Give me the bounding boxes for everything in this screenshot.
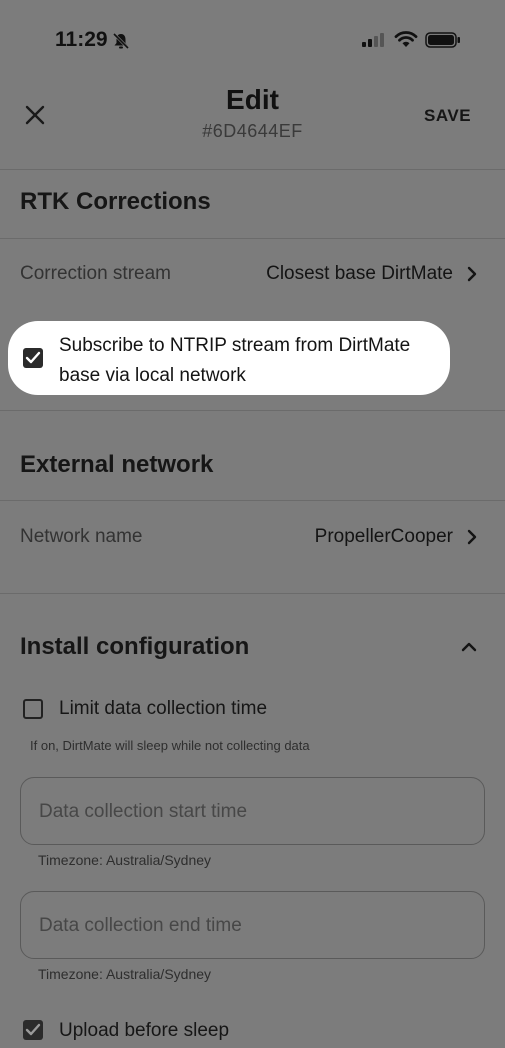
bell-muted-icon	[112, 32, 130, 55]
limit-collection-label: Limit data collection time	[59, 698, 268, 719]
limit-collection-helper: If on, DirtMate will sleep while not col…	[30, 738, 310, 753]
divider	[0, 238, 505, 239]
section-title-rtk-corrections: RTK Corrections	[20, 188, 211, 215]
subscribe-ntrip-checkbox[interactable]	[23, 348, 43, 368]
limit-collection-checkbox[interactable]	[23, 699, 43, 719]
divider	[0, 593, 505, 594]
correction-stream-label: Correction stream	[20, 263, 171, 284]
divider	[0, 169, 505, 170]
chevron-right-icon	[467, 529, 477, 545]
chevron-up-icon[interactable]	[460, 640, 478, 658]
network-name-label: Network name	[20, 526, 143, 547]
cellular-signal-icon	[362, 33, 386, 52]
start-time-helper: Timezone: Australia/Sydney	[38, 852, 212, 868]
correction-stream-value: Closest base DirtMate	[266, 263, 453, 284]
wifi-icon	[394, 30, 418, 53]
status-time: 11:29	[55, 28, 108, 51]
divider	[0, 500, 505, 501]
subscribe-ntrip-label: Subscribe to NTRIP stream from DirtMate …	[59, 335, 411, 386]
divider	[0, 410, 505, 411]
chevron-right-icon	[467, 266, 477, 282]
save-button[interactable]: SAVE	[424, 106, 471, 126]
start-time-field[interactable]	[20, 777, 485, 846]
end-time-helper: Timezone: Australia/Sydney	[38, 966, 212, 982]
end-time-field[interactable]	[20, 891, 485, 960]
upload-before-sleep-checkbox[interactable]	[23, 1020, 43, 1040]
section-title-external-network: External network	[20, 451, 214, 478]
network-name-value: PropellerCooper	[314, 526, 453, 547]
battery-icon	[425, 32, 461, 53]
start-time-input[interactable]	[37, 778, 461, 846]
upload-before-sleep-label: Upload before sleep	[59, 1020, 230, 1041]
section-title-install-configuration: Install configuration	[20, 633, 250, 660]
end-time-input[interactable]	[37, 892, 461, 960]
